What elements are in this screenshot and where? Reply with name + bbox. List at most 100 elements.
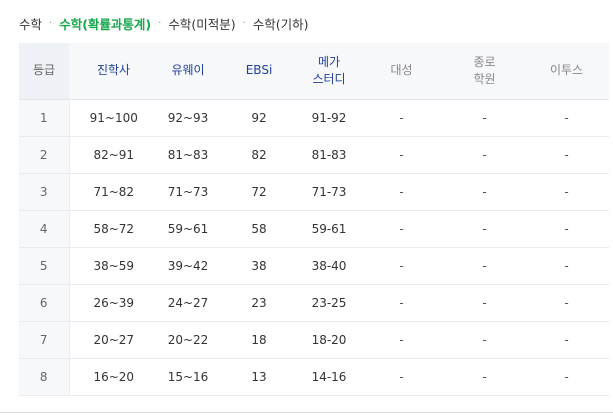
score-cell: 58~72	[69, 210, 158, 248]
score-cell: -	[524, 284, 609, 322]
column-header-label-line2: 스터디	[312, 71, 346, 86]
score-cell: -	[358, 210, 445, 248]
tab-3[interactable]: 수학(미적분)	[168, 14, 235, 33]
score-cell: -	[358, 99, 445, 137]
column-header: 유웨이	[158, 43, 218, 100]
column-header-label: 진학사	[96, 63, 131, 78]
score-cell: -	[445, 358, 524, 396]
score-cell: -	[445, 284, 524, 322]
score-cell: 18-20	[300, 321, 358, 359]
score-cell: 16~20	[69, 358, 158, 396]
score-cell: -	[358, 247, 445, 285]
score-cell: -	[445, 173, 524, 211]
column-header-label: 대성	[390, 63, 413, 78]
score-cell: -	[524, 173, 609, 211]
table-row: 7 20~27 20~22 18 18-20- - -	[19, 321, 609, 359]
score-cell: -	[524, 321, 609, 359]
score-cell: 82	[218, 136, 300, 174]
column-header: 이투스	[524, 43, 609, 100]
column-header-label: 종로	[473, 54, 496, 69]
score-cell: 71-73	[300, 173, 358, 211]
tab-2[interactable]: 수학(확률과통계)	[59, 14, 151, 33]
score-cell: 24~27	[158, 284, 218, 322]
score-cell: 38~59	[69, 247, 158, 285]
table-header-row: 등급 진학사 유웨이 EBSi 메가스터디 대성 종로학원 이투스	[19, 43, 609, 100]
score-cell: 81-83	[300, 136, 358, 174]
column-header: 대성	[358, 43, 445, 100]
score-cell: 18	[218, 321, 300, 359]
table-row: 2 82~91 81~83 82 81-83- - -	[19, 136, 609, 174]
tab-separator: ·	[242, 17, 246, 29]
score-cell: 23-25	[300, 284, 358, 322]
score-cell: -	[358, 173, 445, 211]
score-cell: 15~16	[158, 358, 218, 396]
grade-cell: 7	[19, 321, 70, 359]
grade-cell: 4	[19, 210, 70, 248]
table-row: 6 26~39 24~27 23 23-25- - -	[19, 284, 609, 322]
grade-cutoff-table: 등급 진학사 유웨이 EBSi 메가 스터디 대성 종로 학원 이투스 1 91~100 92~93 9…	[19, 43, 609, 396]
score-cell: 14-16	[300, 358, 358, 396]
tab-separator: ·	[158, 17, 162, 29]
column-header-label: 유웨이	[171, 63, 205, 78]
grade-cell: 3	[19, 173, 70, 211]
score-cell: -	[445, 247, 524, 285]
grade-cell: 1	[19, 99, 70, 137]
score-cell: -	[358, 136, 445, 174]
column-header-label: 메가	[317, 54, 341, 69]
score-cell: -	[358, 321, 445, 359]
score-cell: 92~93	[158, 99, 218, 137]
score-cell: -	[445, 210, 524, 248]
score-cell: 71~73	[158, 173, 218, 211]
column-header-label-line2: 학원	[473, 71, 496, 86]
column-header: 등급	[19, 43, 69, 100]
score-cell: 82~91	[69, 136, 158, 174]
score-cell: -	[358, 358, 445, 396]
score-cell: -	[524, 247, 609, 285]
table-row: 5 38~59 39~42 38 38-40- - -	[19, 247, 609, 285]
score-cell: 91-92	[300, 99, 358, 137]
score-cell: 72	[218, 173, 300, 211]
score-cell: -	[445, 136, 524, 174]
score-cell: -	[445, 321, 524, 359]
table-row: 8 16~20 15~16 13 14-16- - -	[19, 358, 609, 396]
bottom-divider	[0, 412, 613, 413]
score-cell: 20~27	[69, 321, 158, 359]
tab-1[interactable]: 수학	[19, 14, 42, 33]
column-header: 메가스터디	[300, 43, 358, 100]
score-cell: -	[524, 358, 609, 396]
table-row: 3 71~82 71~73 72 71-73- - -	[19, 173, 609, 211]
table-row: 4 58~72 59~61 58 59-61- - -	[19, 210, 609, 248]
score-cell: 92	[218, 99, 300, 137]
table-row: 1 91~100 92~93 92 91-92- - -	[19, 99, 609, 137]
score-cell: -	[445, 99, 524, 137]
tab-4[interactable]: 수학(기하)	[253, 14, 309, 33]
score-cell: 71~82	[69, 173, 158, 211]
score-cell: 58	[218, 210, 300, 248]
score-cell: 38-40	[300, 247, 358, 285]
column-header-label: 이투스	[549, 63, 584, 78]
score-cell: 38	[218, 247, 300, 285]
tab-separator: ·	[49, 17, 53, 29]
column-header: 진학사	[69, 43, 158, 100]
score-cell: -	[358, 284, 445, 322]
column-header-label: EBSi	[245, 63, 273, 78]
score-cell: -	[524, 136, 609, 174]
score-cell: -	[524, 99, 609, 137]
grade-cell: 8	[19, 358, 70, 396]
score-cell: 91~100	[69, 99, 158, 137]
table-body: 1 91~100 92~93 92 91-92- - -2 82~91 81~83 82 81-83…	[19, 99, 609, 396]
subject-tabs: 수학 · 수학(확률과통계) · 수학(미적분) · 수학(기하)	[19, 14, 309, 32]
score-cell: 13	[218, 358, 300, 396]
score-cell: 23	[218, 284, 300, 322]
score-cell: 81~83	[158, 136, 218, 174]
column-header: EBSi	[218, 43, 300, 100]
column-header-label: 등급	[32, 63, 56, 78]
grade-cell: 2	[19, 136, 70, 174]
score-cell: 20~22	[158, 321, 218, 359]
score-cell: 39~42	[158, 247, 218, 285]
score-cell: 59~61	[158, 210, 218, 248]
grade-cell: 5	[19, 247, 70, 285]
score-cell: 59-61	[300, 210, 358, 248]
column-header: 종로학원	[445, 43, 524, 100]
grade-cell: 6	[19, 284, 70, 322]
